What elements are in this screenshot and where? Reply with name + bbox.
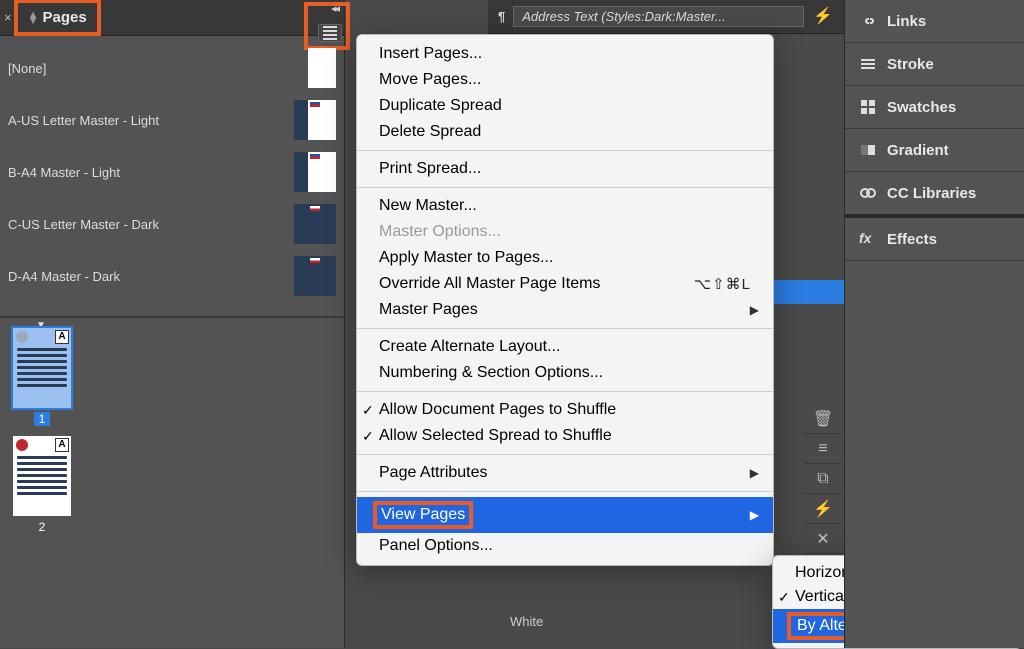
menu-override-master[interactable]: Override All Master Page Items⌥⇧⌘L bbox=[357, 271, 773, 297]
panel-cc-libraries[interactable]: CC Libraries bbox=[845, 172, 1024, 218]
fx-icon: fx bbox=[859, 230, 877, 248]
quick-apply-icon[interactable]: ⚡ bbox=[812, 6, 834, 28]
pages-panel: × ▲▼ Pages ◂◂ [None] A-US Letter Master … bbox=[0, 0, 345, 648]
page-number-label: 2 bbox=[39, 520, 46, 534]
pages-panel-menu: Insert Pages... Move Pages... Duplicate … bbox=[356, 34, 774, 566]
panel-label: Swatches bbox=[887, 99, 956, 116]
new-page-icon[interactable]: ⧉ bbox=[804, 464, 842, 494]
menu-separator bbox=[357, 491, 773, 492]
menu-numbering[interactable]: Numbering & Section Options... bbox=[357, 360, 773, 386]
submenu-arrow-icon: ▶ bbox=[750, 508, 759, 522]
menu-master-options: Master Options... bbox=[357, 219, 773, 245]
menu-allow-spread-shuffle[interactable]: ✓Allow Selected Spread to Shuffle bbox=[357, 423, 773, 449]
menu-separator bbox=[357, 328, 773, 329]
menu-delete-spread[interactable]: Delete Spread bbox=[357, 119, 773, 145]
submenu-arrow-icon: ▶ bbox=[750, 466, 759, 480]
master-tag: A bbox=[55, 438, 69, 452]
menu-apply-master[interactable]: Apply Master to Pages... bbox=[357, 245, 773, 271]
panel-label: Effects bbox=[887, 231, 937, 248]
menu-separator bbox=[357, 454, 773, 455]
document-pages-area: ▼ A 1 A 2 bbox=[0, 318, 344, 578]
tools-icon[interactable]: ✕ bbox=[804, 524, 842, 554]
check-icon: ✓ bbox=[362, 402, 374, 419]
selection-highlight bbox=[774, 280, 844, 304]
pages-tab[interactable]: ▲▼ Pages bbox=[18, 3, 97, 32]
master-thumb-pair bbox=[294, 204, 336, 244]
hamburger-icon[interactable]: ≡ bbox=[804, 434, 842, 464]
sort-arrows-icon: ▲▼ bbox=[28, 12, 39, 24]
page-number-label: 1 bbox=[34, 412, 51, 426]
master-row-c[interactable]: C-US Letter Master - Dark bbox=[0, 198, 344, 250]
stroke-icon bbox=[859, 55, 877, 73]
paragraph-style-icon: ¶ bbox=[498, 9, 505, 24]
menu-allow-doc-shuffle[interactable]: ✓Allow Document Pages to Shuffle bbox=[357, 397, 773, 423]
master-thumb-pair bbox=[294, 100, 336, 140]
shortcut-label: ⌥⇧⌘L bbox=[694, 275, 751, 293]
panel-menu-highlight bbox=[308, 6, 346, 46]
panel-label: Links bbox=[887, 13, 926, 30]
master-thumb bbox=[308, 48, 336, 88]
highlight-box: View Pages bbox=[373, 501, 473, 529]
menu-separator bbox=[357, 150, 773, 151]
panel-menu-button[interactable] bbox=[318, 24, 342, 42]
gradient-icon bbox=[859, 141, 877, 159]
menu-panel-options[interactable]: Panel Options... bbox=[357, 533, 773, 559]
cc-icon bbox=[859, 184, 877, 202]
mini-icon-column: 🗑 ≡ ⧉ ⚡ ✕ bbox=[804, 404, 842, 554]
master-label: A-US Letter Master - Light bbox=[8, 113, 284, 128]
trash-icon[interactable]: 🗑 bbox=[804, 404, 842, 434]
menu-page-attributes[interactable]: Page Attributes▶ bbox=[357, 460, 773, 486]
close-panel-icon[interactable]: × bbox=[0, 10, 18, 25]
menu-duplicate-spread[interactable]: Duplicate Spread bbox=[357, 93, 773, 119]
links-icon bbox=[859, 12, 877, 30]
master-pages-list: [None] A-US Letter Master - Light B-A4 M… bbox=[0, 36, 344, 318]
panel-links[interactable]: Links bbox=[845, 0, 1024, 43]
master-label: C-US Letter Master - Dark bbox=[8, 217, 284, 232]
master-label: D-A4 Master - Dark bbox=[8, 269, 284, 284]
page-thumb-2[interactable]: A 2 bbox=[12, 436, 72, 534]
menu-separator bbox=[357, 187, 773, 188]
master-row-b[interactable]: B-A4 Master - Light bbox=[0, 146, 344, 198]
panel-gradient[interactable]: Gradient bbox=[845, 129, 1024, 172]
swatch-white-label: White bbox=[510, 614, 543, 629]
pages-panel-header: × ▲▼ Pages ◂◂ bbox=[0, 0, 344, 36]
pages-tab-label: Pages bbox=[42, 9, 86, 26]
panel-effects[interactable]: fx Effects bbox=[845, 218, 1024, 261]
submenu-arrow-icon: ▶ bbox=[750, 303, 759, 317]
bolt-icon[interactable]: ⚡ bbox=[804, 494, 842, 524]
style-field[interactable]: Address Text (Styles:Dark:Master... bbox=[513, 6, 804, 27]
menu-view-pages[interactable]: View Pages ▶ bbox=[357, 497, 773, 533]
menu-new-master[interactable]: New Master... bbox=[357, 193, 773, 219]
swatches-icon bbox=[859, 98, 877, 116]
panel-stroke[interactable]: Stroke bbox=[845, 43, 1024, 86]
control-strip: ¶ Address Text (Styles:Dark:Master... ⚡ bbox=[488, 0, 844, 34]
master-label: B-A4 Master - Light bbox=[8, 165, 284, 180]
check-icon: ✓ bbox=[778, 589, 790, 606]
master-label: [None] bbox=[8, 61, 298, 76]
check-icon: ✓ bbox=[362, 428, 374, 445]
page-thumb-1[interactable]: A 1 bbox=[12, 328, 72, 426]
panel-label: CC Libraries bbox=[887, 185, 976, 202]
master-tag: A bbox=[55, 330, 69, 344]
master-row-a[interactable]: A-US Letter Master - Light bbox=[0, 94, 344, 146]
menu-separator bbox=[357, 391, 773, 392]
panel-label: Gradient bbox=[887, 142, 949, 159]
master-thumb-pair bbox=[294, 256, 336, 296]
panel-swatches[interactable]: Swatches bbox=[845, 86, 1024, 129]
menu-create-alternate[interactable]: Create Alternate Layout... bbox=[357, 334, 773, 360]
right-panel-dock: Links Stroke Swatches Gradient CC Librar… bbox=[844, 0, 1024, 648]
master-thumb-pair bbox=[294, 152, 336, 192]
menu-move-pages[interactable]: Move Pages... bbox=[357, 67, 773, 93]
panel-label: Stroke bbox=[887, 56, 934, 73]
menu-print-spread[interactable]: Print Spread... bbox=[357, 156, 773, 182]
menu-insert-pages[interactable]: Insert Pages... bbox=[357, 41, 773, 67]
master-row-none[interactable]: [None] bbox=[0, 42, 344, 94]
menu-master-pages[interactable]: Master Pages▶ bbox=[357, 297, 773, 323]
master-row-d[interactable]: D-A4 Master - Dark bbox=[0, 250, 344, 302]
